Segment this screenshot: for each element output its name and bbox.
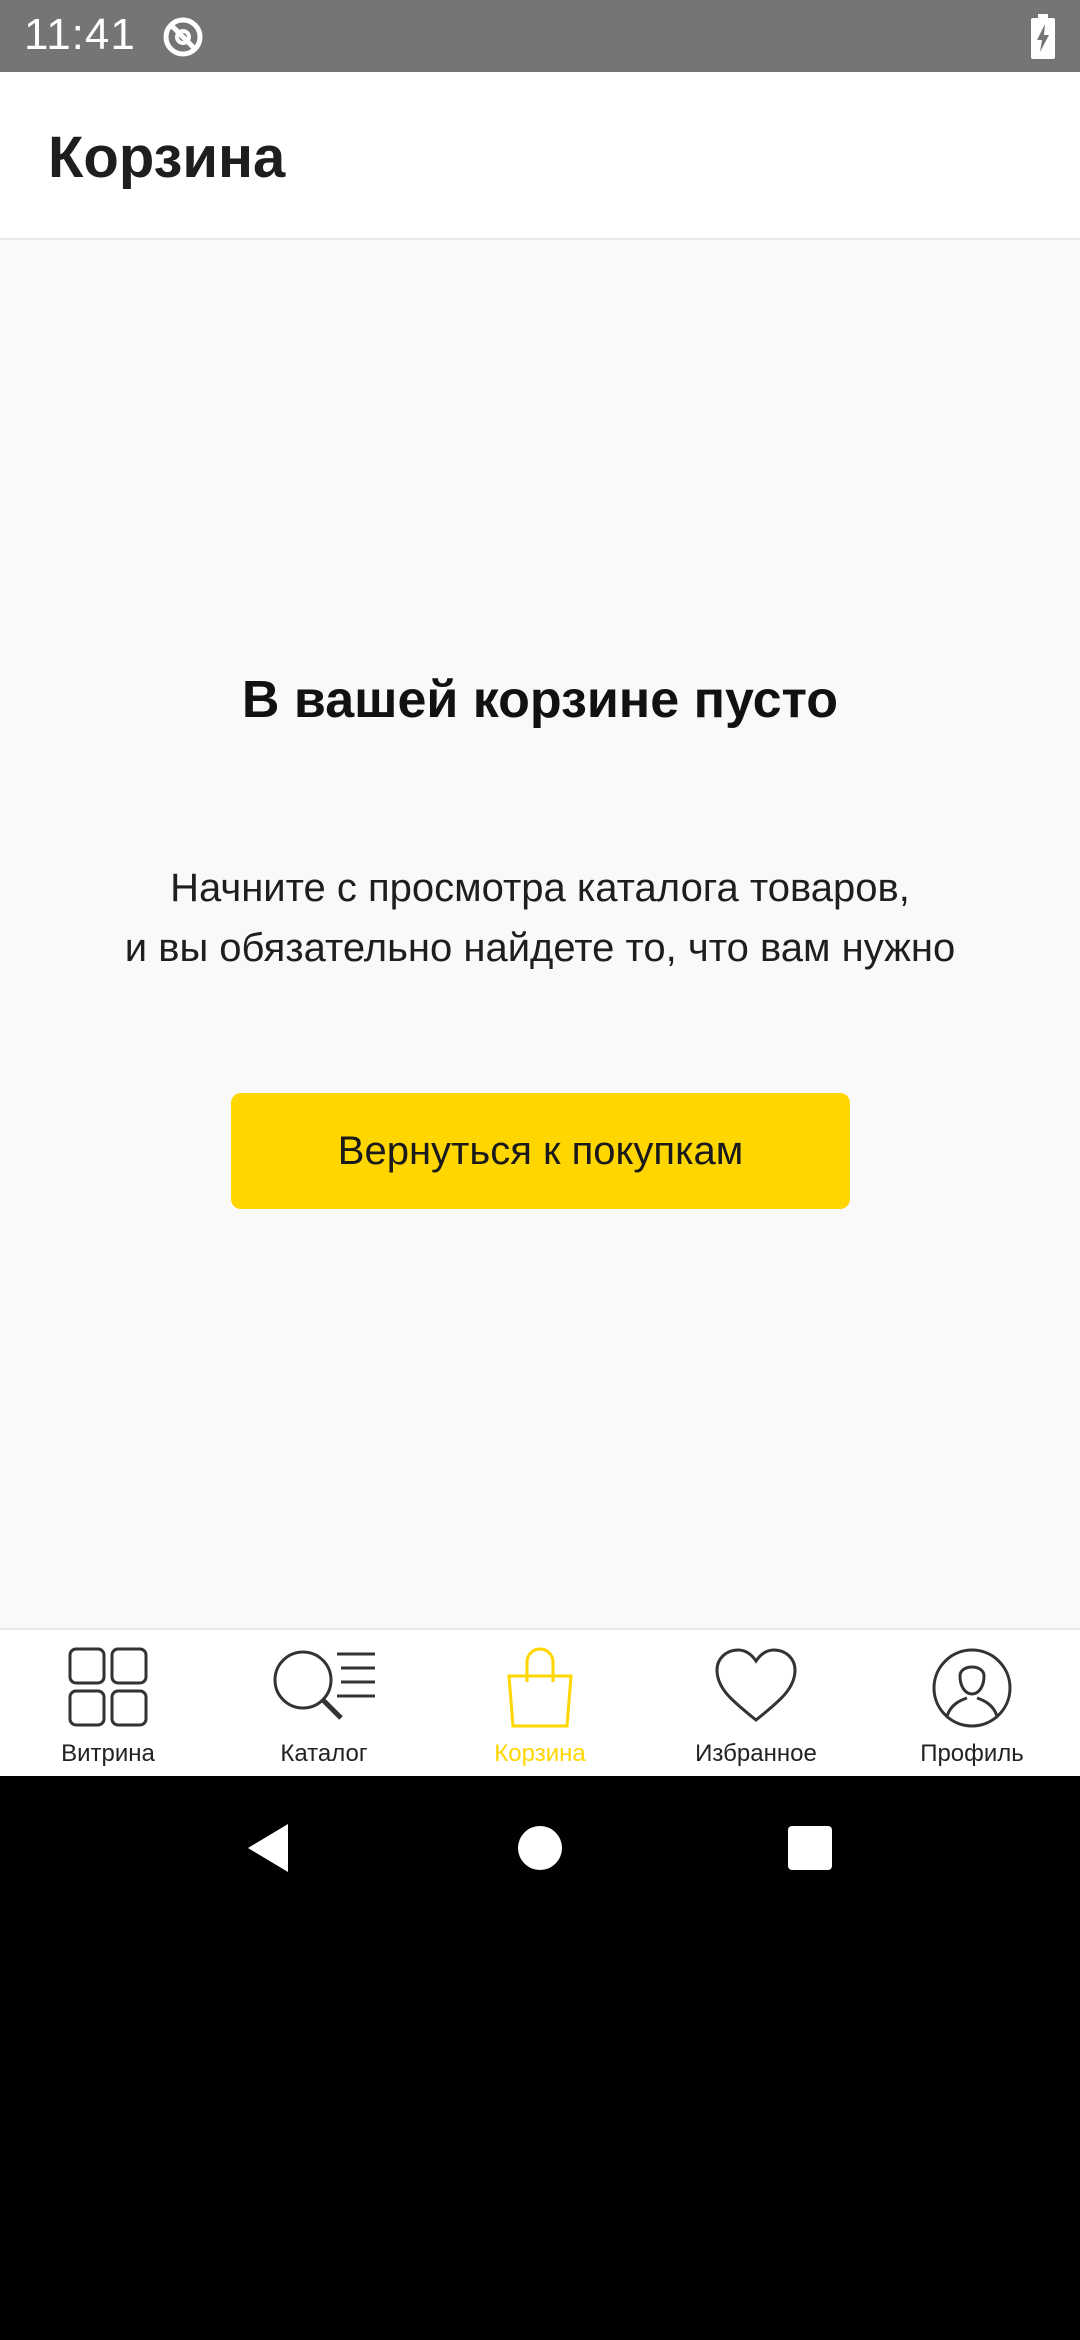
bottom-navigation: Витрина Каталог Корзина Избранное Профил…: [0, 1628, 1080, 1776]
battery-charging-icon: [1031, 14, 1055, 59]
nav-label-catalog: Каталог: [280, 1740, 368, 1767]
home-icon[interactable]: [510, 1818, 570, 1878]
recents-icon[interactable]: [780, 1818, 840, 1878]
catalog-search-icon: [273, 1650, 375, 1720]
nav-item-favorites[interactable]: Избранное: [648, 1630, 864, 1776]
heart-icon: [715, 1648, 797, 1722]
empty-cart-description-line2: и вы обязательно найдете то, что вам нуж…: [124, 926, 956, 970]
nav-label-cart: Корзина: [494, 1740, 586, 1767]
nav-label-showcase: Витрина: [61, 1740, 155, 1767]
profile-icon: [932, 1648, 1012, 1728]
nav-item-cart[interactable]: Корзина: [432, 1630, 648, 1776]
status-time: 11:41: [24, 10, 136, 59]
nav-label-favorites: Избранное: [695, 1740, 817, 1767]
nav-item-catalog[interactable]: Каталог: [216, 1630, 432, 1776]
empty-cart-description-line1: Начните с просмотра каталога товаров,: [170, 866, 910, 910]
app-bar: Корзина: [0, 72, 1080, 240]
showcase-grid-icon: [68, 1647, 148, 1727]
shopping-bag-icon: [507, 1647, 573, 1728]
return-to-shopping-button[interactable]: Вернуться к покупкам: [231, 1093, 850, 1209]
nav-item-profile[interactable]: Профиль: [864, 1630, 1080, 1776]
cart-content: В вашей корзине пусто Начните с просмотр…: [0, 240, 1080, 1628]
back-icon[interactable]: [240, 1818, 300, 1878]
system-navigation-bar: [0, 1776, 1080, 1920]
nav-item-showcase[interactable]: Витрина: [0, 1630, 216, 1776]
nav-label-profile: Профиль: [920, 1740, 1024, 1767]
page-title: Корзина: [48, 125, 286, 190]
sync-icon: [163, 17, 203, 57]
empty-cart-description: Начните с просмотра каталога товаров, и …: [0, 858, 1080, 978]
status-bar: 11:41: [0, 0, 1080, 72]
empty-cart-title: В вашей корзине пусто: [241, 671, 839, 729]
